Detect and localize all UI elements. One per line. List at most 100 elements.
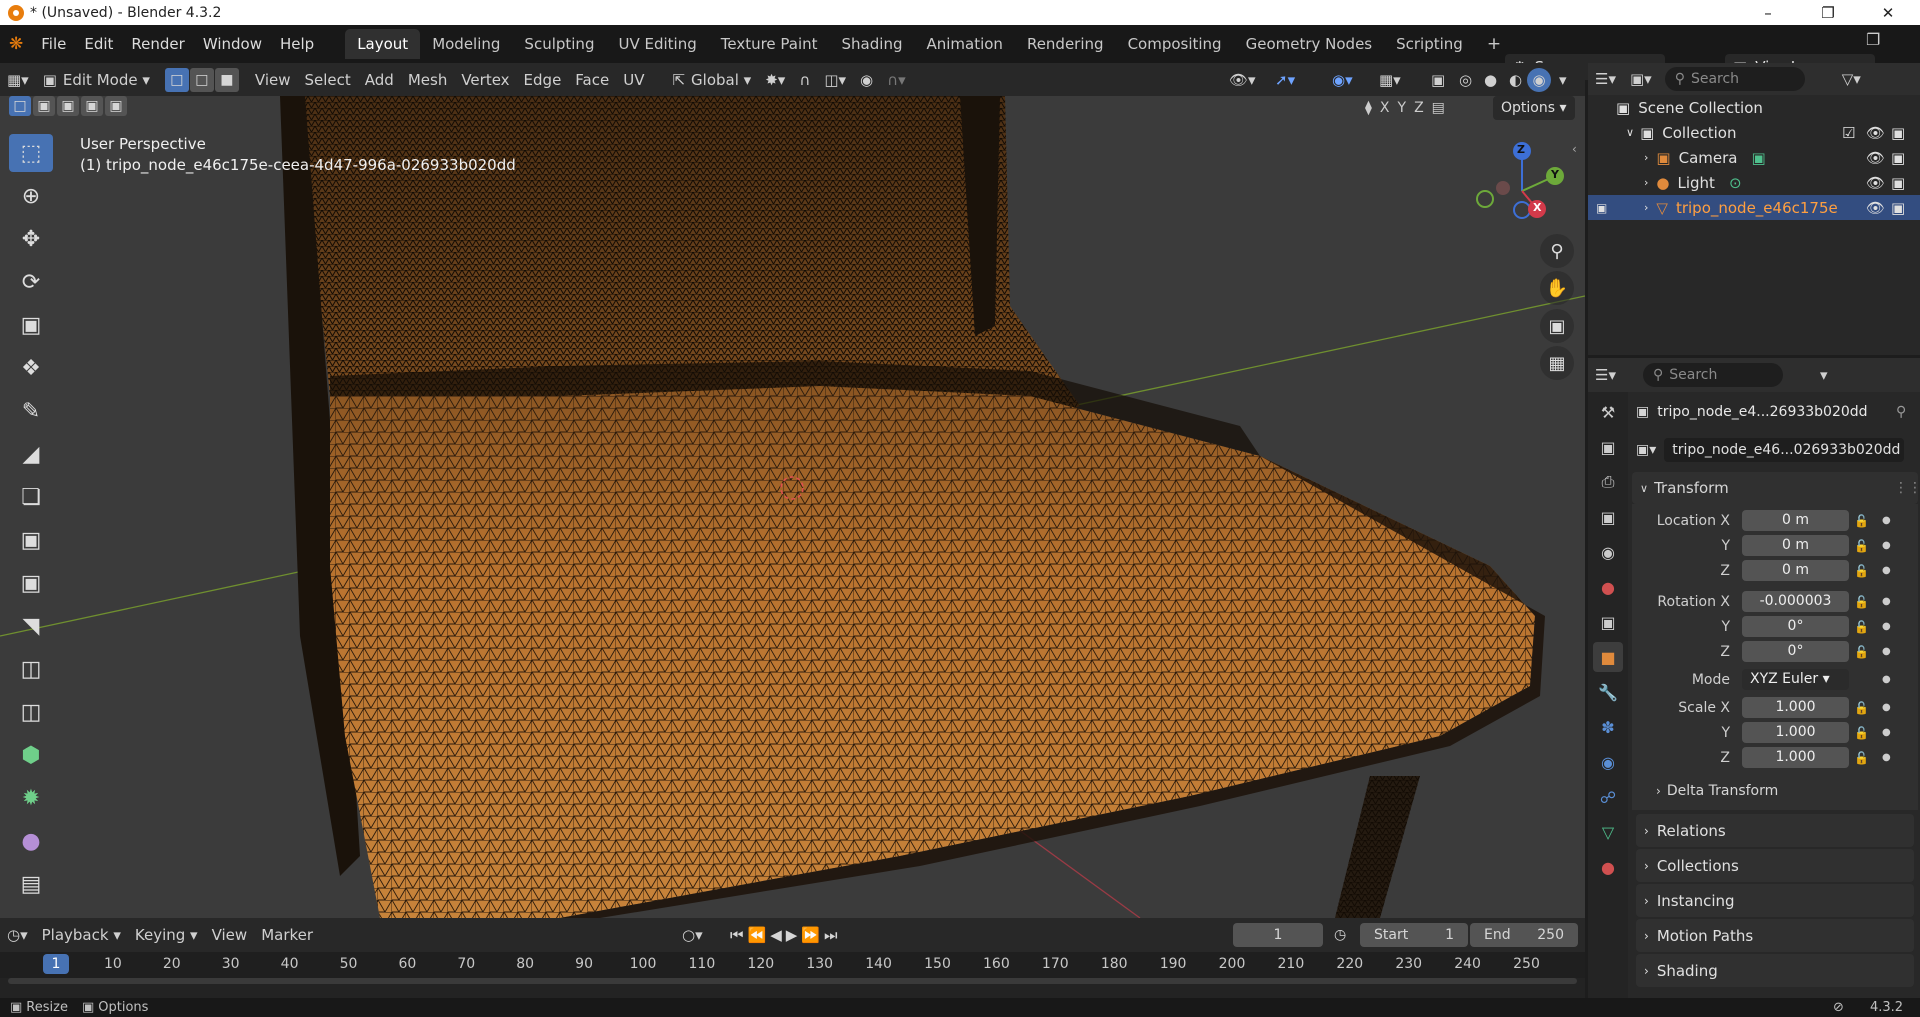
vertex-select-icon[interactable]: □ (164, 67, 189, 92)
pivot-icon[interactable]: ✸▾ (758, 68, 792, 92)
mesh-edit-overlay-icon[interactable]: ▦▾ (1372, 68, 1408, 92)
properties-search[interactable]: ⚲ Search (1642, 363, 1783, 387)
menu-help[interactable]: Help (271, 30, 323, 58)
scale-y-field[interactable]: 1.000 (1742, 722, 1849, 743)
timeline-ruler[interactable]: 1 10 20 30 40 50 60 70 80 90 100 110 120 130 140 150 16… (0, 952, 1585, 978)
constraints-tab-icon[interactable]: ☍ (1593, 782, 1623, 812)
data-tab-icon[interactable]: ▽ (1593, 817, 1623, 847)
transform-tool-icon[interactable]: ❖ (9, 349, 53, 387)
sidebar-toggle-icon[interactable]: ‹ (1572, 142, 1577, 156)
keyframe-dot-icon[interactable]: ● (1882, 674, 1891, 685)
camera-render-icon[interactable]: ▣ (1891, 149, 1905, 167)
relations-panel[interactable]: › Relations (1636, 814, 1914, 847)
rotation-x-field[interactable]: -0.000003 (1742, 591, 1849, 612)
lock-icon[interactable]: 🔓 (1854, 564, 1869, 578)
keyframe-dot-icon[interactable]: ● (1882, 646, 1891, 657)
menu-uv[interactable]: UV (616, 68, 651, 92)
timeline-view-menu[interactable]: View (205, 923, 255, 947)
tab-compositing[interactable]: Compositing (1116, 29, 1234, 59)
object-browse-icon[interactable]: ▣▾ (1636, 442, 1656, 458)
outliner-row-tripo-node[interactable]: ▣ › ▽ tripo_node_e46c175e 👁 ▣ (1588, 195, 1920, 220)
tab-texture-paint[interactable]: Texture Paint (709, 29, 830, 59)
display-mode-icon[interactable]: ▣▾ (1623, 67, 1659, 91)
auto-merge-icon[interactable]: ▤ (1432, 100, 1445, 116)
timeline-scrollbar[interactable] (8, 978, 1577, 984)
checkbox-icon[interactable]: ☑ (1842, 124, 1855, 142)
keyframe-dot-icon[interactable]: ● (1882, 596, 1891, 607)
close-icon[interactable]: ✕ (1865, 0, 1911, 25)
current-frame-field[interactable]: 1 (1233, 923, 1323, 947)
view-layer-tab-icon[interactable]: ▣ (1593, 502, 1623, 532)
restore-icon[interactable]: ❐ (1805, 0, 1851, 25)
eye-icon[interactable]: 👁 (1866, 124, 1885, 142)
start-frame-field[interactable]: Start 1 (1360, 923, 1468, 947)
solid-shading-icon[interactable]: ● (1477, 68, 1504, 92)
eye-icon[interactable]: 👁 (1866, 199, 1885, 217)
outliner-row-light[interactable]: › ● Light ⊙ 👁 ▣ (1588, 170, 1920, 195)
camera-render-icon[interactable]: ▣ (1891, 124, 1905, 142)
mirror-x-button[interactable]: X (1380, 100, 1390, 116)
inset-tool-icon[interactable]: ▣ (9, 564, 53, 602)
menu-mesh[interactable]: Mesh (401, 68, 455, 92)
visibility-icon[interactable]: 👁▾ (1222, 68, 1263, 92)
properties-editor-type-icon[interactable]: ☰▾ (1588, 363, 1623, 387)
auto-keying-icon[interactable]: ○▾ (675, 923, 710, 947)
blender-menu-icon[interactable]: ❋ (0, 30, 32, 58)
perspective-toggle-icon[interactable]: ▦ (1540, 346, 1574, 380)
expand-icon[interactable]: ∨ (1626, 126, 1634, 139)
new-view-layer-icon[interactable]: ❐ (1866, 30, 1880, 49)
spin-tool-icon[interactable]: ✹ (9, 779, 53, 817)
particles-tab-icon[interactable]: ✽ (1593, 712, 1623, 742)
physics-tab-icon[interactable]: ◉ (1593, 747, 1623, 777)
menu-select[interactable]: Select (298, 68, 358, 92)
select-new-icon[interactable]: □ (9, 96, 31, 116)
object-datablock-row[interactable]: ▣▾ tripo_node_e46...026933b020dd (1632, 432, 1918, 468)
shading-panel[interactable]: › Shading (1636, 954, 1914, 987)
play-icon[interactable]: ▶ (786, 926, 798, 944)
prev-keyframe-icon[interactable]: ⏪ (748, 926, 767, 944)
eye-icon[interactable]: 👁 (1866, 174, 1885, 192)
menu-edge[interactable]: Edge (517, 68, 569, 92)
keyframe-dot-icon[interactable]: ● (1882, 540, 1891, 551)
outliner-row-camera[interactable]: › ▣ Camera ▣ 👁 ▣ (1588, 145, 1920, 170)
render-tab-icon[interactable]: ▣ (1593, 432, 1623, 462)
tab-scripting[interactable]: Scripting (1384, 29, 1475, 59)
gizmo-toggle-icon[interactable]: ➚▾ (1268, 68, 1302, 92)
keyframe-dot-icon[interactable]: ● (1882, 727, 1891, 738)
outliner-search[interactable]: ⚲ Search (1664, 67, 1805, 91)
end-frame-field[interactable]: End 250 (1470, 923, 1578, 947)
add-cube-tool-icon[interactable]: ❏ (9, 478, 53, 516)
keyframe-dot-icon[interactable]: ● (1882, 702, 1891, 713)
measure-tool-icon[interactable]: ◢ (9, 435, 53, 473)
motion-paths-panel[interactable]: › Motion Paths (1636, 919, 1914, 952)
mirror-icon[interactable]: ⧫ (1365, 100, 1372, 116)
wireframe-shading-icon[interactable]: ◎ (1452, 68, 1479, 92)
tab-uv-editing[interactable]: UV Editing (606, 29, 708, 59)
options-dropdown[interactable]: Options ▾ (1493, 96, 1575, 120)
camera-view-icon[interactable]: ▣ (1540, 309, 1574, 343)
select-intersect-icon[interactable]: ▣ (105, 96, 127, 116)
tab-layout[interactable]: Layout (345, 29, 421, 59)
lock-icon[interactable]: 🔓 (1854, 620, 1869, 634)
tab-animation[interactable]: Animation (914, 29, 1014, 59)
tool-tab-icon[interactable]: ⚒ (1593, 397, 1623, 427)
edge-select-icon[interactable]: □ (189, 67, 214, 92)
collection-tab-icon[interactable]: ▣ (1593, 607, 1623, 637)
annotate-tool-icon[interactable]: ✎ (9, 392, 53, 430)
edge-slide-tool-icon[interactable]: ▤ (9, 865, 53, 903)
rotate-tool-icon[interactable]: ⟳ (9, 263, 53, 301)
snap-target-icon[interactable]: ◫▾ (817, 68, 853, 92)
instancing-panel[interactable]: › Instancing (1636, 884, 1914, 917)
delta-transform-subpanel[interactable]: › Delta Transform (1632, 776, 1918, 806)
keyframe-dot-icon[interactable]: ● (1882, 752, 1891, 763)
rotation-z-field[interactable]: 0° (1742, 641, 1849, 662)
drag-handle-icon[interactable]: ⋮⋮ (1894, 480, 1920, 496)
world-tab-icon[interactable]: ● (1593, 572, 1623, 602)
object-tab-icon[interactable]: ■ (1593, 642, 1623, 672)
output-tab-icon[interactable]: ⎙ (1593, 467, 1623, 497)
shading-options-icon[interactable]: ▾ (1552, 68, 1574, 92)
menu-edit[interactable]: Edit (75, 30, 122, 58)
mirror-z-button[interactable]: Z (1414, 100, 1424, 116)
editor-type-icon[interactable]: ▦▾ (0, 68, 36, 92)
marker-menu[interactable]: Marker (254, 923, 320, 947)
